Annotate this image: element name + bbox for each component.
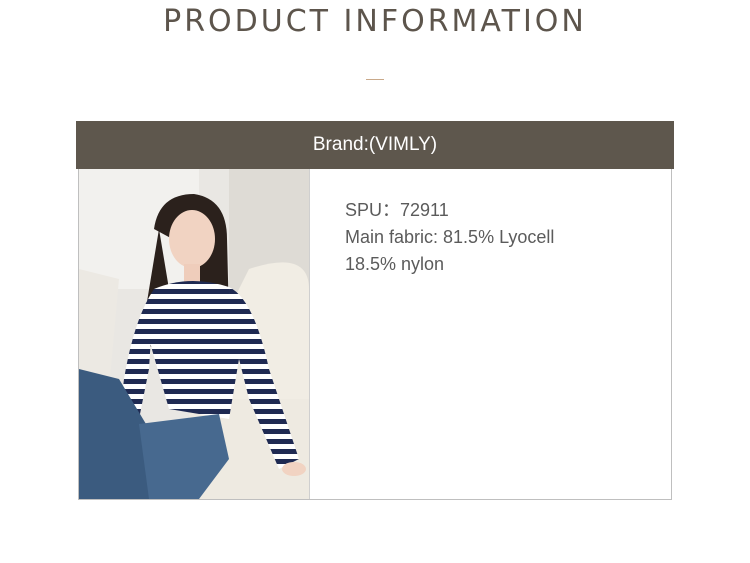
brand-bar: Brand:(VIMLY) [76, 121, 674, 169]
product-info-panel: SPU：72911 Main fabric: 81.5% Lyocell 18.… [78, 169, 672, 500]
title-divider [366, 79, 384, 80]
model-wearing-striped-top-image [79, 169, 309, 499]
product-details: SPU：72911 Main fabric: 81.5% Lyocell 18.… [345, 197, 645, 278]
fabric-text-line2: 18.5% nylon [345, 254, 445, 274]
product-photo [79, 169, 310, 499]
page-title: PRODUCT INFORMATION [163, 4, 587, 39]
spu-text: SPU：72911 [345, 200, 449, 220]
fabric-text-line1: Main fabric: 81.5% Lyocell [345, 227, 555, 247]
brand-label: Brand:(VIMLY) [312, 134, 438, 155]
